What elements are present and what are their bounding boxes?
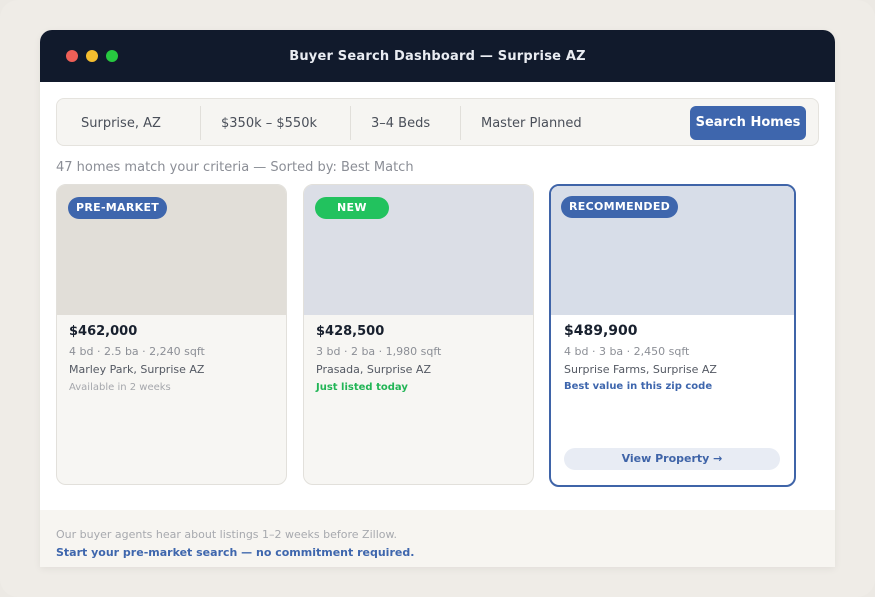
location-filter[interactable]: Surprise, AZ	[81, 99, 161, 145]
listing-specs: 4 bd · 3 ba · 2,450 sqft	[564, 345, 690, 358]
title-bar: Buyer Search Dashboard — Surprise AZ	[40, 30, 835, 82]
window-title: Buyer Search Dashboard — Surprise AZ	[289, 49, 586, 64]
footer-cta-link[interactable]: Start your pre-market search — no commit…	[56, 546, 414, 559]
divider	[200, 106, 201, 140]
divider	[350, 106, 351, 140]
listing-price: $462,000	[69, 324, 138, 339]
search-bar: Surprise, AZ $350k – $550k 3–4 Beds Mast…	[56, 98, 819, 146]
footer: Our buyer agents hear about listings 1–2…	[40, 510, 835, 567]
listing-note: Best value in this zip code	[564, 381, 713, 392]
listing-note: Available in 2 weeks	[69, 382, 171, 393]
divider	[460, 106, 461, 140]
listing-price: $489,900	[564, 323, 638, 339]
search-homes-button[interactable]: Search Homes	[690, 106, 806, 140]
view-property-button[interactable]: View Property →	[564, 448, 780, 470]
app-window: Buyer Search Dashboard — Surprise AZ Sur…	[40, 30, 835, 567]
listing-location: Marley Park, Surprise AZ	[69, 363, 205, 376]
beds-filter[interactable]: 3–4 Beds	[371, 99, 430, 145]
community-filter[interactable]: Master Planned	[481, 99, 582, 145]
status-badge: RECOMMENDED	[561, 196, 679, 218]
listing-specs: 4 bd · 2.5 ba · 2,240 sqft	[69, 345, 205, 358]
listing-note: Just listed today	[316, 382, 408, 393]
footer-note: Our buyer agents hear about listings 1–2…	[56, 528, 397, 541]
results-summary: 47 homes match your criteria — Sorted by…	[56, 160, 414, 175]
listing-card-surprise-farms[interactable]: RECOMMENDED $489,900 4 bd · 3 ba · 2,450…	[549, 184, 796, 487]
status-badge: PRE-MARKET	[68, 197, 168, 219]
status-badge: NEW	[315, 197, 389, 219]
listing-price: $428,500	[316, 324, 385, 339]
listing-location: Surprise Farms, Surprise AZ	[564, 363, 717, 376]
listing-card-marley-park[interactable]: PRE-MARKET $462,000 4 bd · 2.5 ba · 2,24…	[56, 184, 287, 485]
listing-card-prasada[interactable]: NEW $428,500 3 bd · 2 ba · 1,980 sqft Pr…	[303, 184, 534, 485]
device-frame: Buyer Search Dashboard — Surprise AZ Sur…	[0, 0, 875, 597]
price-filter[interactable]: $350k – $550k	[221, 99, 317, 145]
listing-specs: 3 bd · 2 ba · 1,980 sqft	[316, 345, 442, 358]
listing-location: Prasada, Surprise AZ	[316, 363, 431, 376]
